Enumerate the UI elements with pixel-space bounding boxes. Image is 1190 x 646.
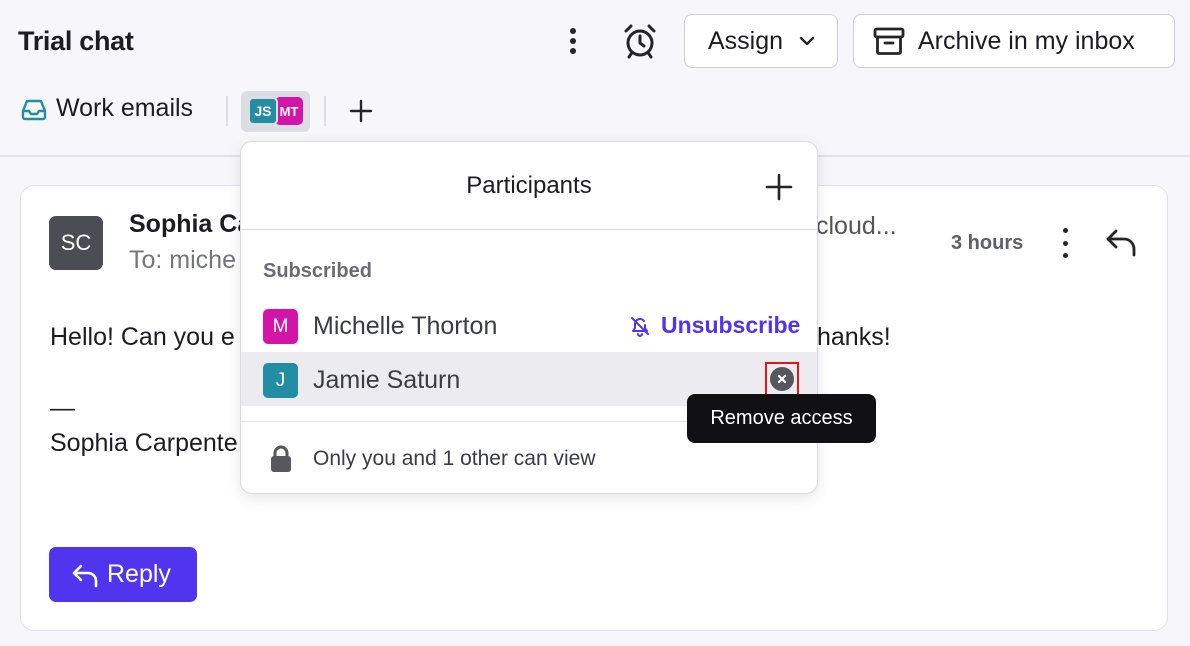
reply-label: Reply	[107, 560, 171, 588]
avatar: MT	[275, 97, 303, 125]
participants-toggle[interactable]: MT JS	[241, 91, 310, 132]
chevron-down-icon	[799, 36, 815, 46]
inbox-selector[interactable]: Work emails	[20, 94, 193, 123]
inbox-label: Work emails	[56, 94, 194, 122]
bell-off-icon	[631, 316, 649, 337]
message-options-icon[interactable]	[1060, 228, 1070, 258]
timestamp: 3 hours	[951, 232, 1024, 254]
archive-button[interactable]: Archive in my inbox	[853, 14, 1175, 68]
unsubscribe-label: Unsubscribe	[661, 312, 801, 338]
archive-icon	[873, 27, 905, 55]
avatar: SC	[49, 216, 103, 270]
privacy-text: Only you and 1 other can view	[313, 447, 596, 470]
avatar: M	[263, 309, 298, 344]
assign-button[interactable]: Assign	[684, 14, 838, 68]
message-body-text: Hello! Can you e	[50, 323, 235, 351]
reply-icon	[72, 564, 98, 587]
close-icon	[770, 367, 794, 391]
more-options-icon[interactable]	[560, 24, 586, 58]
inbox-icon	[21, 99, 47, 120]
divider	[324, 96, 326, 126]
participant-row: M Michelle Thorton Unsubscribe	[241, 298, 817, 352]
popover-title: Participants	[466, 172, 592, 199]
lock-icon	[271, 445, 291, 472]
add-icon[interactable]	[349, 99, 373, 123]
tooltip: Remove access	[687, 394, 876, 443]
assign-label: Assign	[708, 26, 784, 55]
participant-name: Jamie Saturn	[313, 366, 461, 394]
reply-icon[interactable]	[1104, 225, 1138, 259]
add-participant-icon[interactable]	[765, 173, 793, 201]
section-label: Subscribed	[263, 260, 372, 282]
message-body-text: hanks!	[817, 323, 891, 351]
sender-name: Sophia Ca	[129, 210, 252, 238]
avatar: JS	[248, 97, 278, 125]
header: Trial chat Assign Archive in my inbox Wo…	[0, 0, 1190, 157]
divider	[226, 96, 228, 126]
reply-button[interactable]: Reply	[49, 547, 197, 602]
page-title: Trial chat	[18, 26, 134, 56]
participant-name: Michelle Thorton	[313, 312, 498, 340]
remove-access-button[interactable]	[765, 362, 799, 396]
divider	[241, 229, 817, 230]
avatar: J	[263, 363, 298, 398]
archive-label: Archive in my inbox	[918, 26, 1135, 55]
signature-dash: —	[50, 394, 75, 422]
recipient-line: To: miche	[129, 246, 236, 274]
signature: Sophia Carpente	[50, 429, 238, 457]
alarm-clock-icon[interactable]	[621, 22, 659, 60]
subject-preview: cloud...	[816, 212, 897, 240]
unsubscribe-button[interactable]: Unsubscribe	[629, 312, 800, 339]
